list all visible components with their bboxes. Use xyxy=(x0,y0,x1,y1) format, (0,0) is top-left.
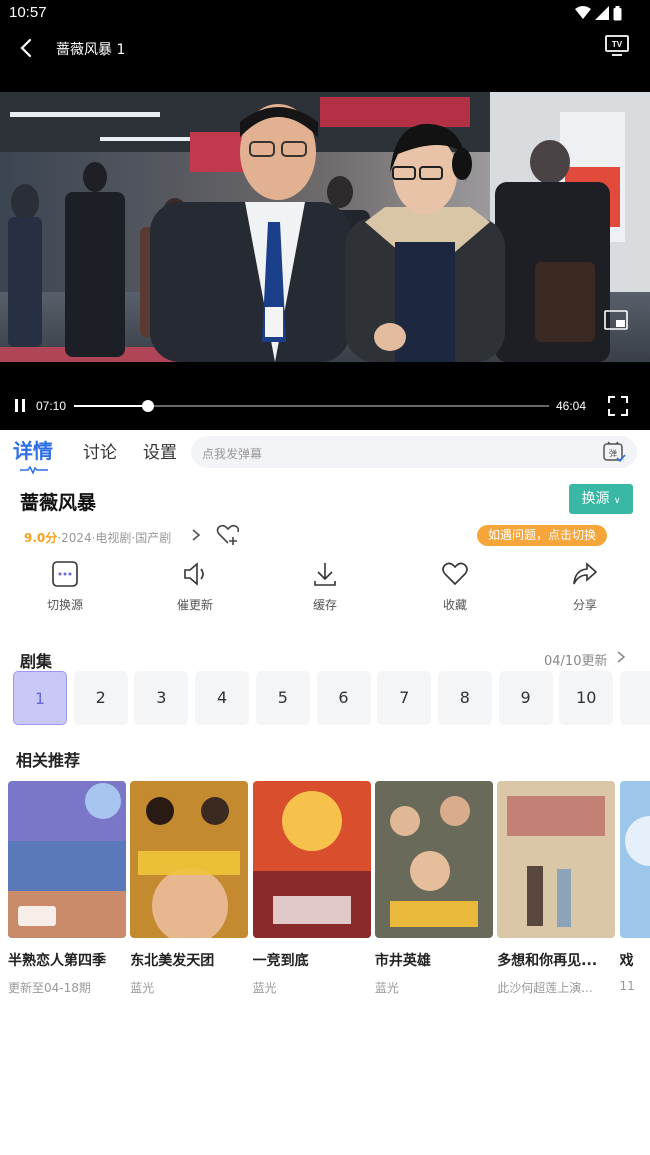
recommend-sub: 蓝光 xyxy=(252,981,277,995)
danmaku-input[interactable]: 点我发弹幕 弹 xyxy=(191,436,637,468)
show-meta-text: ·2024·电视剧·国产剧 xyxy=(57,531,172,545)
action-label: 缓存 xyxy=(312,598,337,612)
recommend-name: 东北美发天团 xyxy=(130,953,215,969)
download-icon xyxy=(314,563,336,586)
video-frame[interactable] xyxy=(0,92,650,362)
show-score: 9.0分 xyxy=(24,531,58,545)
heart-icon xyxy=(442,562,468,586)
episode-9-button[interactable]: 9 xyxy=(498,671,553,725)
episode-10-button[interactable]: 10 xyxy=(559,671,614,725)
signal-icon xyxy=(595,6,609,20)
action-download[interactable]: 缓存 xyxy=(285,560,365,613)
share-icon xyxy=(573,562,598,585)
recommend-name: 市井英雄 xyxy=(374,953,431,969)
action-label: 分享 xyxy=(572,598,597,612)
episode-1-button[interactable]: 1 xyxy=(13,671,67,725)
progress-handle[interactable] xyxy=(141,400,154,412)
switch-source-button[interactable]: 换源 ∨ xyxy=(569,484,633,514)
chevron-right-icon[interactable] xyxy=(616,650,626,664)
tv-cast-icon[interactable]: TV xyxy=(605,34,629,56)
action-urge-update[interactable]: 催更新 xyxy=(155,560,235,613)
video-still-image xyxy=(0,92,650,362)
speaker-icon xyxy=(184,562,204,586)
player-top-bar: 蔷薇风暴 1 TV xyxy=(0,30,650,66)
action-switch-source[interactable]: 切换源 xyxy=(25,560,105,613)
recommend-sub: 蓝光 xyxy=(374,981,399,995)
heart-plus-icon[interactable] xyxy=(216,524,240,546)
action-label: 收藏 xyxy=(442,598,467,612)
picture-in-picture-icon[interactable] xyxy=(604,310,628,332)
tab-discussion[interactable]: 讨论 xyxy=(83,438,117,463)
tab-active-indicator xyxy=(20,466,48,474)
recommend-sub: 更新至04-18期 xyxy=(8,981,91,995)
svg-text:弹: 弹 xyxy=(609,448,617,458)
battery-icon xyxy=(613,6,622,21)
episode-5-button[interactable]: 5 xyxy=(255,671,310,725)
back-arrow-icon[interactable] xyxy=(16,36,38,60)
episode-6-button[interactable]: 6 xyxy=(316,671,371,725)
action-label: 催更新 xyxy=(176,598,213,612)
action-share[interactable]: 分享 xyxy=(545,560,625,613)
switch-source-label: 换源 xyxy=(581,491,610,507)
fullscreen-icon[interactable] xyxy=(607,395,629,417)
poster-image xyxy=(497,781,616,938)
duration: 46:04 xyxy=(556,399,587,413)
poster-image xyxy=(619,781,650,938)
progress-bar[interactable] xyxy=(74,400,549,412)
episode-more-button[interactable] xyxy=(620,671,650,725)
show-meta: 9.0分·2024·电视剧·国产剧 xyxy=(24,529,171,546)
recommend-card[interactable]: 市井英雄 蓝光 xyxy=(374,781,493,996)
status-icons xyxy=(575,6,622,21)
recommend-sub: 此沙何超莲上演... xyxy=(497,981,593,995)
video-player[interactable]: 10:57 蔷薇风暴 1 TV 07:10 46:04 xyxy=(0,0,650,430)
poster-image xyxy=(252,781,371,938)
poster-image xyxy=(374,781,493,938)
wifi-icon xyxy=(575,6,591,19)
pause-icon[interactable] xyxy=(13,398,27,413)
recommend-card[interactable]: 一竞到底 蓝光 xyxy=(252,781,371,996)
recommend-list: 半熟恋人第四季 更新至04-18期 东北美发天团 蓝光 一竞到底 蓝光 市井英雄 蓝光 多想和你… xyxy=(0,781,650,1001)
recommend-name: 一竞到底 xyxy=(252,953,309,969)
poster-image xyxy=(130,781,249,938)
switch-source-icon xyxy=(52,561,78,587)
action-bar: 切换源 催更新 缓存 收藏 分享 xyxy=(0,560,650,620)
recommend-name: 多想和你再见... xyxy=(497,953,598,969)
chevron-right-icon[interactable] xyxy=(190,527,202,543)
recommend-card[interactable]: 东北美发天团 蓝光 xyxy=(130,781,249,996)
action-label: 切换源 xyxy=(46,598,83,612)
episode-8-button[interactable]: 8 xyxy=(437,671,492,725)
episode-3-button[interactable]: 3 xyxy=(134,671,189,725)
recommend-card[interactable]: 戏 11 xyxy=(619,781,650,993)
episode-title: 蔷薇风暴 1 xyxy=(56,42,126,58)
episode-7-button[interactable]: 7 xyxy=(377,671,432,725)
recommend-sub: 11 xyxy=(619,979,635,993)
action-favorite[interactable]: 收藏 xyxy=(415,560,495,613)
episode-2-button[interactable]: 2 xyxy=(73,671,128,725)
clock: 10:57 xyxy=(9,4,47,21)
poster-image xyxy=(8,781,126,938)
tab-details[interactable]: 详情 xyxy=(13,435,53,464)
recommend-name: 戏 xyxy=(619,953,634,969)
player-controls: 07:10 46:04 xyxy=(0,392,650,420)
episode-4-button[interactable]: 4 xyxy=(195,671,250,725)
show-title: 蔷薇风暴 xyxy=(20,492,97,514)
recommend-sub: 蓝光 xyxy=(130,981,155,995)
status-bar: 10:57 xyxy=(0,0,650,30)
recommend-card[interactable]: 半熟恋人第四季 更新至04-18期 xyxy=(8,781,126,996)
current-time: 07:10 xyxy=(36,399,67,413)
chevron-down-icon: ∨ xyxy=(613,496,621,506)
danmaku-placeholder: 点我发弹幕 xyxy=(202,447,263,461)
tab-bar: 详情 讨论 设置 点我发弹幕 弹 xyxy=(0,430,650,478)
recommend-name: 半熟恋人第四季 xyxy=(8,953,106,969)
source-tip-badge[interactable]: 如遇问题，点击切换 xyxy=(477,525,607,546)
tab-settings[interactable]: 设置 xyxy=(143,438,177,463)
recommend-card[interactable]: 多想和你再见... 此沙何超莲上演... xyxy=(497,781,616,996)
svg-text:TV: TV xyxy=(612,40,623,49)
recommend-heading: 相关推荐 xyxy=(16,751,81,770)
episode-list: 1 2 3 4 5 6 7 8 9 10 xyxy=(0,671,650,727)
danmaku-icon[interactable]: 弹 xyxy=(602,440,626,464)
episodes-update[interactable]: 04/10更新 xyxy=(544,650,607,669)
episodes-heading: 剧集 xyxy=(20,652,53,671)
progress-fill xyxy=(74,405,148,407)
